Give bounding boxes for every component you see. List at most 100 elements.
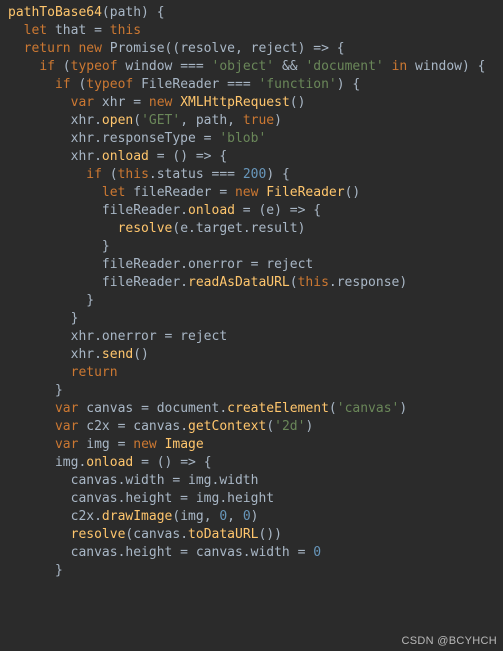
code-token: , (227, 113, 243, 128)
code-token: = () => { (149, 149, 227, 164)
code-token: } (8, 239, 110, 254)
code-token: toDataURL (188, 527, 258, 542)
code-line: resolve(canvas.toDataURL()) (8, 526, 503, 544)
code-token: c2x = canvas. (78, 419, 188, 434)
code-token: true (243, 113, 274, 128)
code-token: c2x. (8, 509, 102, 524)
code-token: readAsDataURL (188, 275, 290, 290)
code-token: 200 (243, 167, 266, 182)
code-line: xhr.responseType = 'blob' (8, 130, 503, 148)
code-token: xhr = (94, 95, 149, 110)
code-token: .response) (329, 275, 407, 290)
code-line: let fileReader = new FileReader() (8, 184, 503, 202)
code-token: var (55, 401, 78, 416)
code-line: fileReader.onload = (e) => { (8, 202, 503, 220)
code-token (157, 437, 165, 452)
code-token: 'canvas' (337, 401, 400, 416)
code-token: ) { (266, 167, 289, 182)
code-line: xhr.onerror = reject (8, 328, 503, 346)
code-line: var xhr = new XMLHttpRequest() (8, 94, 503, 112)
code-token: new (133, 437, 156, 452)
code-token: fileReader.onerror = reject (8, 257, 313, 272)
code-token: let (102, 185, 125, 200)
code-token: ( (266, 419, 274, 434)
code-token: xhr. (8, 113, 102, 128)
code-line: let that = this (8, 22, 503, 40)
code-token: that = (47, 23, 110, 38)
code-token: Image (165, 437, 204, 452)
code-token: ( (71, 77, 87, 92)
code-token: Promise((resolve (102, 41, 235, 56)
code-token: = () => { (133, 455, 211, 470)
code-token: '2d' (274, 419, 305, 434)
code-token: resolve (118, 221, 173, 236)
code-token: new (235, 185, 258, 200)
code-token (8, 365, 71, 380)
code-line: if (typeof window === 'object' && 'docum… (8, 58, 503, 76)
code-token: resolve (71, 527, 126, 542)
code-line: img.onload = () => { (8, 454, 503, 472)
code-token: } (8, 311, 78, 326)
code-token (8, 419, 55, 434)
code-token: var (71, 95, 94, 110)
code-token: onload (102, 149, 149, 164)
code-token: 0 (219, 509, 227, 524)
code-token: ) (251, 509, 259, 524)
code-token: canvas.height = img.height (8, 491, 274, 506)
code-token: if (55, 77, 71, 92)
code-token: if (86, 167, 102, 182)
code-token: () (133, 347, 149, 362)
code-token: 'function' (258, 77, 336, 92)
code-token (8, 167, 86, 182)
code-token: this (110, 23, 141, 38)
code-line: c2x.drawImage(img, 0, 0) (8, 508, 503, 526)
code-line: fileReader.onerror = reject (8, 256, 503, 274)
code-token: new (149, 95, 172, 110)
code-token: var (55, 437, 78, 452)
code-token: reject) => { (251, 41, 345, 56)
code-token: ( (133, 113, 141, 128)
code-token: 'GET' (141, 113, 180, 128)
code-token (384, 59, 392, 74)
code-line: } (8, 562, 503, 580)
code-token: this (298, 275, 329, 290)
code-line: canvas.width = img.width (8, 472, 503, 490)
code-line: } (8, 310, 503, 328)
code-token (8, 185, 102, 200)
code-token: var (55, 419, 78, 434)
watermark-text: CSDN @BCYHCH (402, 635, 497, 647)
code-token: XMLHttpRequest (180, 95, 290, 110)
code-token: xhr.responseType = (8, 131, 219, 146)
code-token: return new (24, 41, 102, 56)
code-line: if (typeof FileReader === 'function') { (8, 76, 503, 94)
code-token: pathToBase64 (8, 5, 102, 20)
code-line: } (8, 292, 503, 310)
code-token: ) (399, 401, 407, 416)
code-token: } (8, 563, 63, 578)
code-token: in (392, 59, 408, 74)
code-token: xhr.onerror = reject (8, 329, 227, 344)
code-token: this (118, 167, 149, 182)
code-line: canvas.height = img.height (8, 490, 503, 508)
code-token: img. (8, 455, 86, 470)
code-token: canvas.width = img.width (8, 473, 258, 488)
code-token: img = (78, 437, 133, 452)
code-line: var c2x = canvas.getContext('2d') (8, 418, 503, 436)
code-token: (img (172, 509, 203, 524)
code-token: } (8, 293, 94, 308)
code-token: xhr. (8, 347, 102, 362)
code-token: , path (180, 113, 227, 128)
code-token: = (e) => { (235, 203, 321, 218)
code-token: createElement (227, 401, 329, 416)
code-line: if (this.status === 200) { (8, 166, 503, 184)
code-token (8, 59, 39, 74)
code-token: return (71, 365, 118, 380)
code-token (8, 437, 55, 452)
code-line: return (8, 364, 503, 382)
code-token: .status === (149, 167, 243, 182)
code-token (8, 41, 24, 56)
code-line: xhr.open('GET', path, true) (8, 112, 503, 130)
code-token (8, 527, 71, 542)
code-token: ()) (259, 527, 282, 542)
code-token (8, 401, 55, 416)
